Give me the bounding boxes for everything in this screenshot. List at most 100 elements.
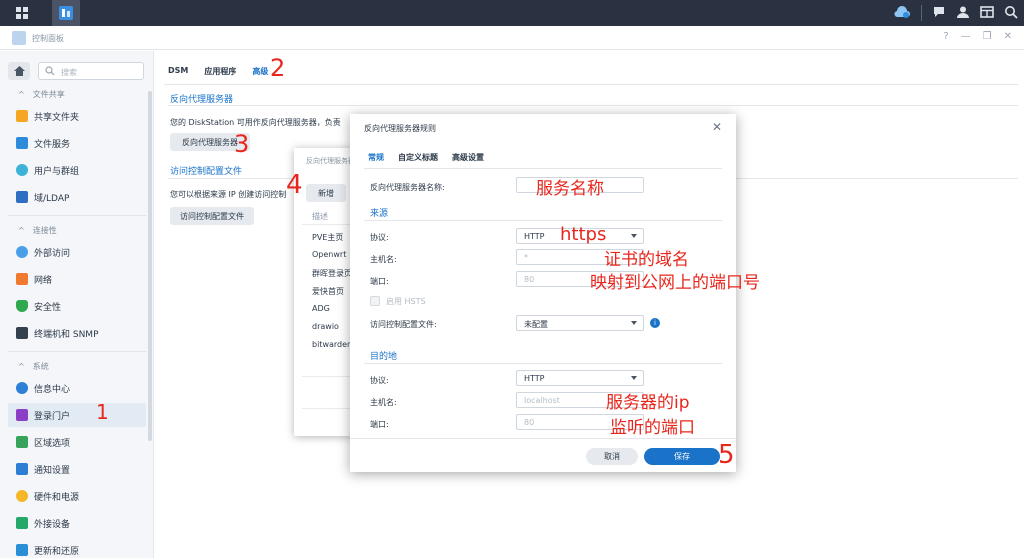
update-icon — [16, 544, 28, 556]
sidebar-scrollbar[interactable] — [148, 91, 152, 441]
list-item[interactable]: ADG — [312, 304, 330, 313]
hsts-checkbox[interactable] — [370, 296, 380, 306]
annotation-step-1: 1 — [96, 400, 109, 424]
close-icon[interactable]: ✕ — [712, 120, 722, 134]
tab-general[interactable]: 常规 — [368, 152, 384, 163]
home-icon[interactable] — [8, 62, 30, 80]
sidebar-divider — [8, 351, 146, 352]
main-tabs: DSM 应用程序 高级 — [168, 66, 268, 77]
tab-advanced[interactable]: 高级 — [252, 66, 268, 77]
chevron-up-icon: ^ — [18, 226, 25, 235]
chevron-up-icon: ^ — [18, 362, 25, 371]
help-icon[interactable]: ? — [943, 31, 948, 42]
info-icon[interactable]: i — [650, 318, 660, 328]
sidebar-item-domain-ldap[interactable]: 域/LDAP — [8, 185, 146, 209]
tabs-divider — [364, 168, 722, 169]
tab-applications[interactable]: 应用程序 — [204, 66, 236, 77]
access-control-button[interactable]: 访问控制配置文件 — [170, 207, 254, 225]
annotation-step-2: 2 — [270, 54, 286, 82]
acl-select[interactable]: 未配置 — [516, 315, 644, 331]
chevron-down-icon — [631, 321, 637, 325]
create-button[interactable]: 新增 — [306, 184, 346, 202]
search-icon[interactable] — [1004, 5, 1018, 22]
footer-divider — [302, 408, 354, 409]
close-icon[interactable]: ✕ — [1004, 31, 1012, 42]
list-item[interactable]: PVE主页 — [312, 232, 343, 243]
globe-icon — [16, 436, 28, 448]
login-portal-icon — [16, 409, 28, 421]
tab-custom-header[interactable]: 自定义标题 — [398, 152, 438, 163]
hsts-label: 启用 HSTS — [386, 297, 426, 306]
sidebar-item-shared-folder[interactable]: 共享文件夹 — [8, 104, 146, 128]
section-connectivity[interactable]: ^ 连接性 — [18, 225, 57, 236]
access-control-heading: 访问控制配置文件 — [170, 167, 243, 177]
lightbulb-icon — [16, 490, 28, 502]
list-item[interactable]: bitwarden — [312, 340, 352, 349]
shield-icon — [16, 300, 28, 312]
annotation-public-port: 映射到公网上的端口号 — [590, 273, 760, 293]
sidebar-item-hardware-power[interactable]: 硬件和电源 — [8, 484, 146, 508]
section-system[interactable]: ^ 系统 — [18, 361, 49, 372]
chat-icon[interactable] — [932, 5, 946, 22]
control-panel-taskbar-icon[interactable] — [52, 0, 80, 26]
section-file-sharing[interactable]: ^ 文件共享 — [18, 89, 65, 100]
search-placeholder: 搜索 — [61, 68, 77, 77]
annotation-step-4: 4 — [286, 170, 303, 200]
destination-host-label: 主机名: — [370, 398, 397, 407]
minimize-icon[interactable]: — — [961, 31, 971, 42]
network-icon — [16, 273, 28, 285]
sidebar-item-external-devices[interactable]: 外接设备 — [8, 511, 146, 535]
external-access-icon — [16, 246, 28, 258]
source-host-label: 主机名: — [370, 255, 397, 264]
main-menu-icon[interactable] — [0, 0, 44, 26]
sidebar-item-terminal-snmp[interactable]: 终端机和 SNMP — [8, 321, 146, 345]
widgets-icon[interactable] — [980, 5, 994, 22]
taskbar — [0, 0, 1024, 26]
notification-icon — [16, 463, 28, 475]
list-item[interactable]: 群晖登录页 — [312, 268, 352, 279]
annotation-listen-port: 监听的端口 — [610, 418, 695, 438]
sidebar-item-security[interactable]: 安全性 — [8, 294, 146, 318]
reverse-proxy-heading: 反向代理服务器 — [170, 95, 234, 105]
section-divider — [364, 220, 722, 221]
list-item[interactable]: 爱快首页 — [312, 286, 344, 297]
list-item[interactable]: drawio — [312, 322, 339, 331]
sidebar-item-file-services[interactable]: 文件服务 — [8, 131, 146, 155]
info-icon — [16, 382, 28, 394]
destination-port-label: 端口: — [370, 420, 389, 429]
dialog-title: 反向代理服务器规则 — [364, 124, 436, 133]
sidebar-item-regional-options[interactable]: 区域选项 — [8, 430, 146, 454]
column-header-description: 描述 — [312, 212, 328, 221]
destination-protocol-label: 协议: — [370, 376, 389, 385]
sidebar-item-external-access[interactable]: 外部访问 — [8, 240, 146, 264]
user-icon[interactable] — [956, 5, 970, 22]
footer-divider — [350, 438, 736, 439]
list-item[interactable]: Openwrt — [312, 250, 346, 259]
tab-dsm[interactable]: DSM — [168, 66, 188, 77]
sidebar-item-network[interactable]: 网络 — [8, 267, 146, 291]
row-divider — [302, 224, 354, 225]
source-heading: 来源 — [370, 209, 389, 219]
sidebar-divider — [8, 215, 146, 216]
source-port-label: 端口: — [370, 277, 389, 286]
sidebar-item-info-center[interactable]: 信息中心 — [8, 376, 146, 400]
reverse-proxy-list-dialog: 反向代理服务器 新增 描述 PVE主页 Openwrt 群晖登录页 爱快首页 A… — [294, 148, 355, 436]
chevron-down-icon — [631, 376, 637, 380]
sidebar-item-login-portal[interactable]: 登录门户 — [8, 403, 146, 427]
sidebar-search-input[interactable]: 搜索 — [38, 62, 144, 80]
sidebar-item-update-restore[interactable]: 更新和还原 — [8, 538, 146, 558]
bg-dialog-title: 反向代理服务器 — [306, 157, 355, 165]
control-panel-logo-icon — [12, 31, 26, 45]
sidebar: 搜索 ^ 文件共享 共享文件夹 文件服务 用户与群组 域/LDAP ^ 连接性 外部… — [0, 51, 154, 558]
window-titlebar: 控制面板 ? — ❐ ✕ — [0, 26, 1024, 50]
save-button[interactable]: 保存 — [644, 448, 720, 465]
cancel-button[interactable]: 取消 — [586, 448, 638, 465]
destination-protocol-select[interactable]: HTTP — [516, 370, 644, 386]
sidebar-item-users-groups[interactable]: 用户与群组 — [8, 158, 146, 182]
tab-advanced-settings[interactable]: 高级设置 — [452, 152, 484, 163]
annotation-step-3: 3 — [234, 130, 250, 158]
sidebar-item-notification[interactable]: 通知设置 — [8, 457, 146, 481]
maximize-icon[interactable]: ❐ — [983, 31, 992, 42]
cloud-icon[interactable] — [893, 5, 911, 22]
annotation-service-name: 服务名称 — [536, 179, 604, 199]
